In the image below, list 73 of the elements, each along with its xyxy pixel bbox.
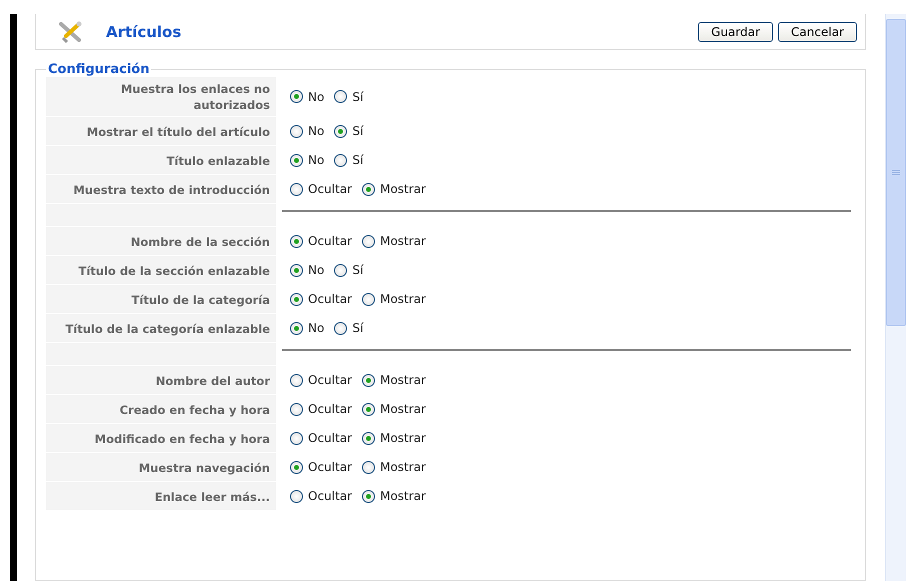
option-label: Ocultar — [308, 234, 352, 248]
radio-button[interactable] — [362, 292, 375, 306]
option-label: Ocultar — [308, 431, 352, 445]
option-label: Ocultar — [308, 182, 352, 196]
option-label: Mostrar — [380, 460, 426, 474]
radio-button[interactable] — [290, 154, 303, 166]
radio-button[interactable] — [290, 490, 303, 502]
setting-label: Modificado en fecha y hora — [46, 424, 276, 452]
option-label: Mostrar — [380, 402, 426, 416]
radio-button[interactable] — [290, 292, 303, 306]
option-label: Ocultar — [308, 373, 352, 387]
option-label: No — [308, 263, 324, 277]
radio-button[interactable] — [290, 124, 303, 138]
save-button[interactable]: Guardar — [698, 22, 774, 42]
radio-button[interactable] — [290, 402, 303, 416]
setting-label: Nombre de la sección — [46, 227, 276, 255]
option-label: Mostrar — [380, 182, 426, 196]
option-label: Mostrar — [380, 489, 426, 503]
option-label: Ocultar — [308, 489, 352, 503]
radio-button[interactable] — [362, 432, 375, 444]
option-label: Ocultar — [308, 460, 352, 474]
setting-label: Título de la sección enlazable — [46, 256, 276, 284]
tools-icon — [58, 20, 84, 42]
radio-button[interactable] — [290, 432, 303, 444]
setting-label: Título enlazable — [46, 146, 276, 174]
radio-button[interactable] — [334, 124, 348, 138]
setting-label: Enlace leer más... — [46, 482, 276, 510]
section-title: Configuración — [47, 62, 150, 77]
option-label: Sí — [352, 321, 364, 335]
setting-label: Título de la categoría enlazable — [46, 314, 276, 342]
option-label: Sí — [352, 263, 364, 277]
setting-label: Nombre del autor — [46, 366, 276, 394]
page-title: Artículos — [106, 22, 182, 40]
radio-button[interactable] — [362, 490, 375, 502]
option-label: Sí — [352, 90, 364, 104]
setting-label: Muestra los enlaces no autorizados — [46, 77, 276, 116]
cancel-button[interactable]: Cancelar — [778, 22, 857, 42]
setting-label: Mostrar el título del artículo — [46, 117, 276, 145]
radio-button[interactable] — [334, 322, 348, 334]
radio-button[interactable] — [362, 374, 375, 386]
option-label: Sí — [352, 153, 364, 167]
option-label: Ocultar — [308, 292, 352, 306]
setting-label: Creado en fecha y hora — [46, 395, 276, 423]
radio-button[interactable] — [362, 234, 375, 248]
radio-button[interactable] — [362, 402, 375, 416]
radio-button[interactable] — [334, 90, 348, 103]
option-label: No — [308, 321, 324, 335]
radio-button[interactable] — [290, 182, 303, 196]
radio-button[interactable] — [290, 460, 303, 474]
option-label: No — [308, 124, 324, 138]
option-label: Mostrar — [380, 431, 426, 445]
radio-button[interactable] — [290, 90, 303, 103]
scrollbar[interactable] — [885, 14, 906, 581]
option-label: Ocultar — [308, 402, 352, 416]
setting-label: Título de la categoría — [46, 285, 276, 313]
radio-button[interactable] — [362, 460, 375, 474]
radio-button[interactable] — [334, 154, 348, 166]
setting-label: Muestra texto de introducción — [46, 175, 276, 203]
radio-button[interactable] — [290, 322, 303, 334]
grip-icon — [892, 170, 900, 176]
radio-button[interactable] — [290, 234, 303, 248]
option-label: Mostrar — [380, 292, 426, 306]
option-label: Mostrar — [380, 373, 426, 387]
option-label: No — [308, 90, 324, 104]
scroll-thumb[interactable] — [886, 19, 906, 326]
option-label: Sí — [352, 124, 364, 138]
option-label: No — [308, 153, 324, 167]
setting-label: Muestra navegación — [46, 453, 276, 481]
radio-button[interactable] — [290, 374, 303, 386]
radio-button[interactable] — [290, 264, 303, 276]
radio-button[interactable] — [362, 182, 375, 196]
radio-button[interactable] — [334, 264, 348, 276]
option-label: Mostrar — [380, 234, 426, 248]
